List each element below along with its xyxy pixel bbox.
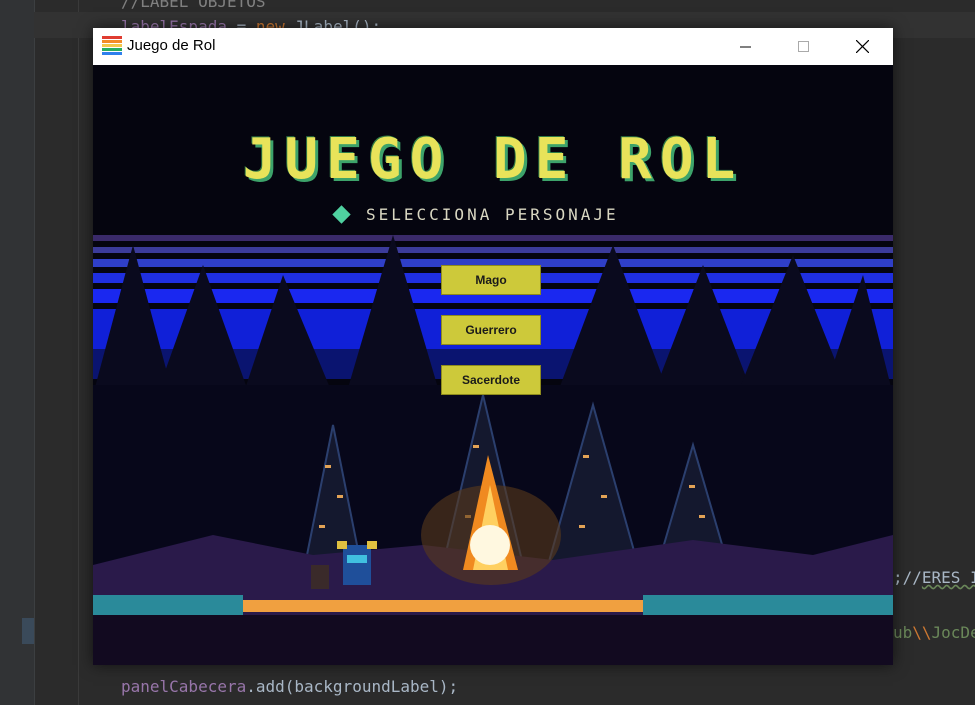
game-background: JUEGO DE ROL SELECCIONA PERSONAJE Mago G… — [93, 65, 893, 665]
app-icon — [102, 36, 122, 56]
minimize-icon — [740, 46, 751, 47]
game-title: JUEGO DE ROL — [242, 127, 744, 192]
sacerdote-button[interactable]: Sacerdote — [441, 365, 541, 395]
minimize-button[interactable] — [717, 28, 775, 65]
mago-button[interactable]: Mago — [441, 265, 541, 295]
guerrero-button[interactable]: Guerrero — [441, 315, 541, 345]
gutter-marker — [22, 618, 34, 644]
window-title: Juego de Rol — [127, 37, 216, 54]
indent-guide — [78, 0, 79, 705]
game-window: Juego de Rol JUEGO DE ROL SELECCIONA PER… — [93, 28, 893, 665]
title-bar[interactable]: Juego de Rol — [93, 28, 893, 65]
close-button[interactable] — [833, 28, 891, 65]
code-line-bottom: panelCabecera.add(backgroundLabel); — [121, 677, 459, 696]
maximize-button[interactable] — [775, 28, 833, 65]
maximize-icon — [798, 40, 809, 52]
diamond-icon — [332, 205, 351, 224]
code-comment-line: //LABEL OBJETOS — [121, 0, 266, 11]
close-icon — [855, 40, 869, 53]
editor-gutter — [0, 0, 35, 705]
select-character-label: SELECCIONA PERSONAJE — [366, 205, 619, 224]
code-line-right: ;//ERES I — [893, 568, 975, 587]
subtitle-row: SELECCIONA PERSONAJE — [332, 205, 619, 224]
code-line-right-path: ub\\JocDe — [893, 623, 975, 642]
